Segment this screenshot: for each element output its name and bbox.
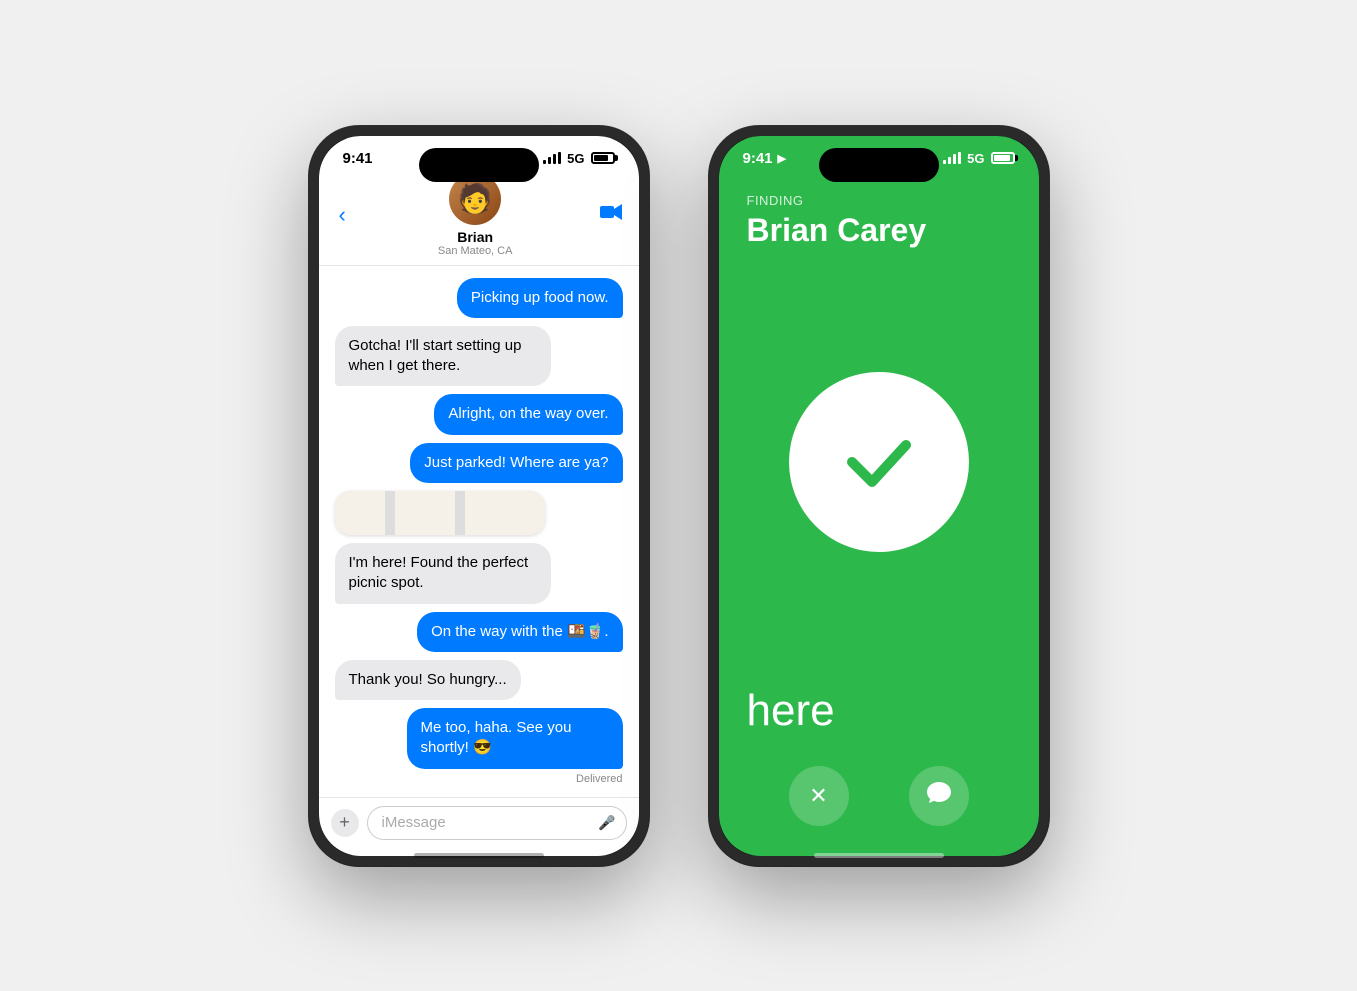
dynamic-island xyxy=(419,148,539,182)
mic-icon[interactable]: 🎤 xyxy=(598,814,615,831)
message-button[interactable] xyxy=(909,766,969,826)
location-icon: ▶ xyxy=(778,152,786,165)
contact-info: 🧑 Brian San Mateo, CA xyxy=(438,173,513,257)
signal-icon xyxy=(943,152,961,164)
battery-fill xyxy=(594,155,608,161)
message-bubble: Thank you! So hungry... xyxy=(335,660,521,700)
bar1 xyxy=(543,160,546,164)
message-text: I'm here! Found the perfect picnic spot. xyxy=(349,554,529,591)
bar2 xyxy=(548,157,551,164)
bar1 xyxy=(943,160,946,164)
close-icon: ✕ xyxy=(809,783,827,809)
time-location: 9:41 ▶ xyxy=(743,150,787,167)
message-text: Me too, haha. See you shortly! 😎 xyxy=(421,719,572,756)
add-button[interactable]: + xyxy=(331,809,359,837)
findmy-time: 9:41 xyxy=(743,150,773,167)
map-image: Central Park and Japanese Garden xyxy=(335,491,545,535)
message-text: On the way with the 🍱🧋. xyxy=(431,623,608,640)
message-bubble: Gotcha! I'll start setting up when I get… xyxy=(335,326,551,387)
message-text: Just parked! Where are ya? xyxy=(424,454,608,471)
home-indicator xyxy=(414,853,544,858)
findmy-actions: ✕ xyxy=(719,756,1039,856)
finding-label: FINDING xyxy=(747,193,1011,208)
input-placeholder: iMessage xyxy=(382,814,446,831)
findmy-header: FINDING Brian Carey xyxy=(719,173,1039,259)
status-right: 5G xyxy=(543,151,614,166)
bar3 xyxy=(953,154,956,164)
message-icon xyxy=(926,781,952,811)
bar3 xyxy=(553,154,556,164)
bar4 xyxy=(958,152,961,164)
back-button[interactable]: ‹ xyxy=(335,198,350,232)
findmy-network: 5G xyxy=(967,151,984,166)
video-call-button[interactable] xyxy=(600,204,622,225)
network-label: 5G xyxy=(567,151,584,166)
battery-icon xyxy=(991,152,1015,164)
findmy-status-right: 5G xyxy=(943,151,1014,166)
checkmark-container xyxy=(719,259,1039,666)
message-bubble: Just parked! Where are ya? xyxy=(410,443,622,483)
message-text: Thank you! So hungry... xyxy=(349,671,507,688)
delivered-status: Delivered xyxy=(576,773,622,785)
message-text: Gotcha! I'll start setting up when I get… xyxy=(349,337,522,374)
messages-header: ‹ 🧑 Brian San Mateo, CA xyxy=(319,173,639,266)
message-bubble: On the way with the 🍱🧋. xyxy=(417,612,622,652)
map-bubble: Central Park and Japanese Garden xyxy=(335,491,545,535)
messages-list: Picking up food now. Gotcha! I'll start … xyxy=(319,266,639,797)
messages-phone: 9:41 5G xyxy=(309,126,649,866)
contact-name: Brian xyxy=(457,229,493,245)
message-bubble: I'm here! Found the perfect picnic spot. xyxy=(335,543,551,604)
bar2 xyxy=(948,157,951,164)
dynamic-island xyxy=(819,148,939,182)
bar4 xyxy=(558,152,561,164)
message-bubble: Me too, haha. See you shortly! 😎 xyxy=(407,708,623,769)
checkmark-svg xyxy=(834,417,924,507)
home-indicator xyxy=(814,853,944,858)
message-bubble: Alright, on the way over. xyxy=(434,394,622,434)
close-button[interactable]: ✕ xyxy=(789,766,849,826)
signal-icon xyxy=(543,152,561,164)
input-area: + iMessage 🎤 xyxy=(319,797,639,856)
phones-container: 9:41 5G xyxy=(309,126,1049,866)
checkmark-circle xyxy=(789,372,969,552)
messages-screen: 9:41 5G xyxy=(319,136,639,856)
message-bubble: Picking up food now. xyxy=(457,278,623,318)
battery-icon xyxy=(591,152,615,164)
message-text: Alright, on the way over. xyxy=(448,405,608,422)
findmy-phone: 9:41 ▶ 5G xyxy=(709,126,1049,866)
battery-fill xyxy=(994,155,1010,161)
contact-name: Brian Carey xyxy=(747,212,1011,249)
header-row: ‹ 🧑 Brian San Mateo, CA xyxy=(335,173,623,257)
contact-location: San Mateo, CA xyxy=(438,245,513,257)
message-text: Picking up food now. xyxy=(471,289,609,306)
here-text: here xyxy=(719,666,1039,756)
findmy-screen: 9:41 ▶ 5G xyxy=(719,136,1039,856)
message-input-wrapper[interactable]: iMessage 🎤 xyxy=(367,806,627,840)
time-label: 9:41 xyxy=(343,150,373,167)
